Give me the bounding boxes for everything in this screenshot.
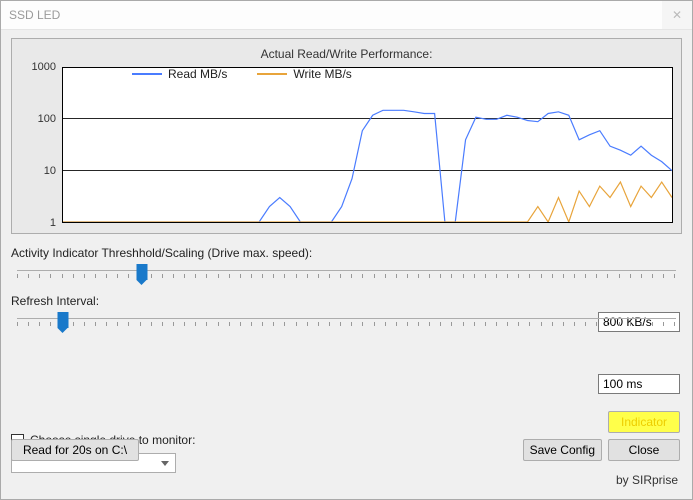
y-tick-10: 10 <box>44 165 56 177</box>
titlebar: SSD LED ✕ <box>1 1 692 30</box>
save-config-button[interactable]: Save Config <box>523 439 602 461</box>
indicator-button[interactable]: Indicator <box>608 411 680 433</box>
window-close-button[interactable]: ✕ <box>662 1 692 29</box>
refresh-slider-line <box>17 318 676 319</box>
refresh-slider-thumb[interactable] <box>58 312 69 328</box>
app-window: SSD LED ✕ Actual Read/Write Performance:… <box>0 0 693 500</box>
legend-swatch-write <box>257 73 287 75</box>
y-tick-1000: 1000 <box>32 61 56 73</box>
chart-svg <box>63 68 672 222</box>
plot-area <box>62 67 673 223</box>
plot-wrap: 1 10 100 1000 <box>20 67 673 223</box>
window-title: SSD LED <box>9 8 60 22</box>
refresh-label: Refresh Interval: <box>11 294 682 308</box>
chart-legend: Read MB/s Write MB/s <box>132 67 352 81</box>
threshold-label: Activity Indicator Threshhold/Scaling (D… <box>11 246 682 260</box>
chart-title: Actual Read/Write Performance: <box>20 47 673 61</box>
content-area: Actual Read/Write Performance: Read MB/s… <box>1 30 692 360</box>
credit-label: by SIRprise <box>616 473 678 487</box>
close-button[interactable]: Close <box>608 439 680 461</box>
legend-item-read: Read MB/s <box>132 67 227 81</box>
y-axis: 1 10 100 1000 <box>20 67 62 223</box>
refresh-slider[interactable] <box>17 310 676 330</box>
y-tick-1: 1 <box>50 217 56 229</box>
threshold-slider[interactable] <box>17 262 676 282</box>
read-burst-button[interactable]: Read for 20s on C:\ <box>11 439 139 461</box>
close-icon: ✕ <box>672 8 682 22</box>
series-write-mb-s <box>63 182 672 222</box>
refresh-value-input[interactable] <box>598 374 680 394</box>
y-tick-100: 100 <box>38 113 56 125</box>
legend-label-write: Write MB/s <box>293 67 351 81</box>
legend-label-read: Read MB/s <box>168 67 227 81</box>
threshold-slider-thumb[interactable] <box>137 264 148 280</box>
legend-swatch-read <box>132 73 162 75</box>
chart-panel: Actual Read/Write Performance: Read MB/s… <box>11 38 682 234</box>
threshold-slider-line <box>17 270 676 271</box>
refresh-section: Refresh Interval: <box>11 294 682 330</box>
legend-item-write: Write MB/s <box>257 67 351 81</box>
threshold-section: Activity Indicator Threshhold/Scaling (D… <box>11 246 682 282</box>
series-read-mb-s <box>63 110 672 222</box>
